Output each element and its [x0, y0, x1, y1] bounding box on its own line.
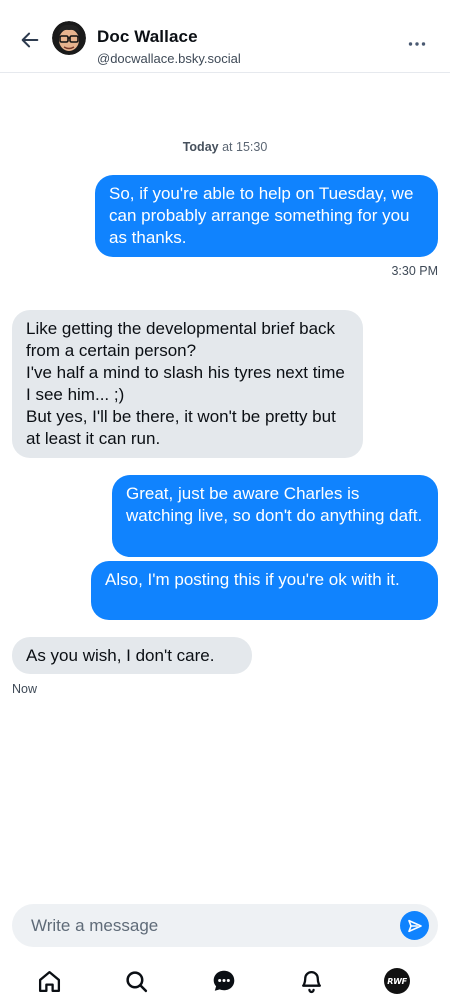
tab-profile[interactable]: RWF: [383, 967, 411, 995]
message-timestamp: Now: [12, 682, 38, 696]
contact-handle: @docwallace.bsky.social: [97, 51, 241, 66]
date-divider-time: at 15:30: [222, 140, 268, 154]
conversation-header: Doc Wallace @docwallace.bsky.social: [0, 0, 450, 73]
message-timestamp: 3:30 PM: [391, 264, 438, 278]
profile-avatar: RWF: [384, 968, 410, 994]
more-horizontal-icon: [408, 42, 426, 46]
message-input[interactable]: [31, 904, 391, 947]
arrow-left-icon: [21, 32, 39, 48]
date-divider-day: Today: [182, 140, 219, 154]
tab-notifications[interactable]: [297, 967, 325, 995]
contact-name[interactable]: Doc Wallace: [97, 27, 198, 47]
search-icon: [125, 970, 147, 992]
message-composer: [12, 904, 438, 947]
avatar[interactable]: [52, 21, 86, 55]
message-bubble-incoming[interactable]: Like getting the developmental brief bac…: [12, 310, 363, 458]
message-bubble-outgoing[interactable]: Great, just be aware Charles is watching…: [112, 475, 438, 557]
home-icon: [38, 970, 60, 992]
back-button[interactable]: [18, 28, 42, 52]
bell-icon: [301, 970, 321, 993]
tab-search[interactable]: [122, 967, 150, 995]
message-bubble-outgoing[interactable]: Also, I'm posting this if you're ok with…: [91, 561, 438, 620]
tab-chat[interactable]: [210, 967, 238, 995]
date-divider: Today at 15:30: [0, 140, 450, 154]
message-bubble-outgoing[interactable]: So, if you're able to help on Tuesday, w…: [95, 175, 438, 257]
bottom-tab-bar: RWF: [0, 955, 450, 1000]
send-icon: [407, 919, 422, 932]
send-button[interactable]: [400, 911, 429, 940]
message-bubble-incoming[interactable]: As you wish, I don't care.: [12, 637, 252, 674]
tab-home[interactable]: [35, 967, 63, 995]
more-options-button[interactable]: [404, 34, 430, 54]
chat-icon: [213, 970, 235, 991]
